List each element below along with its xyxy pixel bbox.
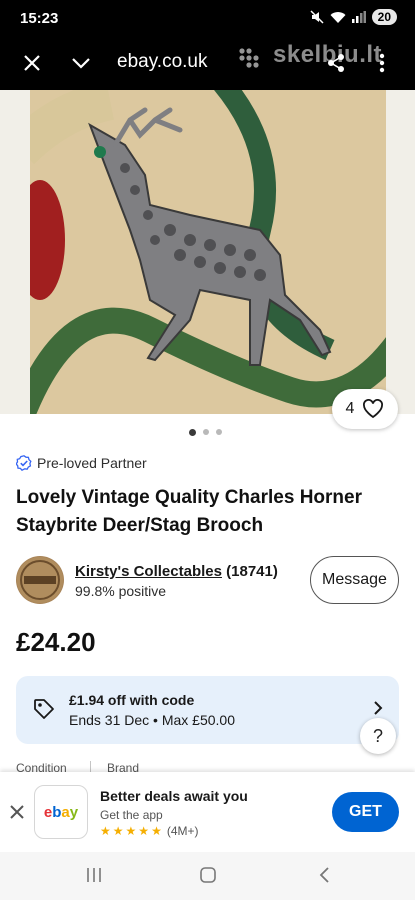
help-button[interactable]: ? [360, 718, 396, 754]
coupon-card[interactable]: £1.94 off with code Ends 31 Dec • Max £5… [16, 676, 399, 744]
star-icon: ★ [112, 824, 124, 838]
chevron-right-icon [374, 701, 383, 715]
product-photo [30, 90, 386, 414]
banner-title: Better deals await you [100, 788, 248, 804]
wifi-icon [330, 11, 346, 23]
chevron-down-icon[interactable] [67, 49, 95, 77]
heart-icon [363, 399, 384, 419]
banner-close-icon[interactable] [8, 803, 26, 821]
star-icon: ★ [100, 824, 111, 838]
rating-count: (4M+) [166, 824, 199, 838]
pre-loved-badge: Pre-loved Partner [16, 455, 147, 471]
watermark-logo-icon [239, 48, 259, 68]
recents-icon[interactable] [85, 866, 103, 884]
app-install-banner: ebay Better deals await you Get the app … [0, 772, 415, 852]
close-icon[interactable] [18, 49, 46, 77]
carousel-dots [189, 428, 222, 436]
rating-stars: ★ ★ ★ ★ ★ (4M+) [100, 824, 199, 838]
listing-title: Lovely Vintage Quality Charles Horner St… [16, 487, 362, 536]
back-icon[interactable] [317, 866, 331, 884]
favorite-button[interactable]: 4 [332, 389, 398, 429]
seller-avatar[interactable] [16, 556, 64, 604]
status-time: 15:23 [20, 10, 59, 27]
seller-feedback-count: (18741) [226, 563, 278, 580]
seller-positive: 99.8% positive [75, 583, 167, 599]
battery-icon: 20 [371, 9, 397, 25]
status-bar: 15:23 20 [0, 0, 415, 36]
verified-icon [16, 455, 32, 471]
status-icons: 20 [310, 9, 397, 25]
signal-icon [351, 11, 366, 23]
favorite-count: 4 [345, 400, 355, 417]
system-nav-bar [0, 852, 415, 900]
banner-subtitle: Get the app [100, 808, 163, 822]
star-icon: ★ [125, 824, 137, 838]
more-options-icon[interactable] [368, 49, 396, 77]
mute-icon [310, 10, 324, 24]
tag-icon [34, 699, 54, 719]
seller-info: Kirsty's Collectables (18741) [75, 563, 278, 580]
message-button[interactable]: Message [310, 556, 399, 604]
get-app-button[interactable]: GET [332, 792, 399, 832]
browser-toolbar: ebay.co.uk skelbiu.lt [0, 36, 415, 90]
carousel-dot-active[interactable] [189, 428, 196, 436]
home-icon[interactable] [199, 866, 217, 884]
coupon-details: Ends 31 Dec • Max £50.00 [69, 712, 235, 728]
seller-name-link[interactable]: Kirsty's Collectables [75, 563, 222, 580]
badge-label: Pre-loved Partner [37, 455, 147, 471]
price: £24.20 [16, 627, 96, 657]
star-icon: ★ [138, 824, 150, 838]
share-icon[interactable] [322, 49, 350, 77]
carousel-dot[interactable] [216, 429, 222, 435]
url-text[interactable]: ebay.co.uk [117, 51, 207, 73]
coupon-title: £1.94 off with code [69, 692, 195, 708]
ebay-logo: ebay [34, 785, 88, 839]
carousel-dot[interactable] [203, 429, 209, 435]
product-image-carousel[interactable] [0, 90, 415, 414]
star-icon: ★ [151, 824, 162, 838]
